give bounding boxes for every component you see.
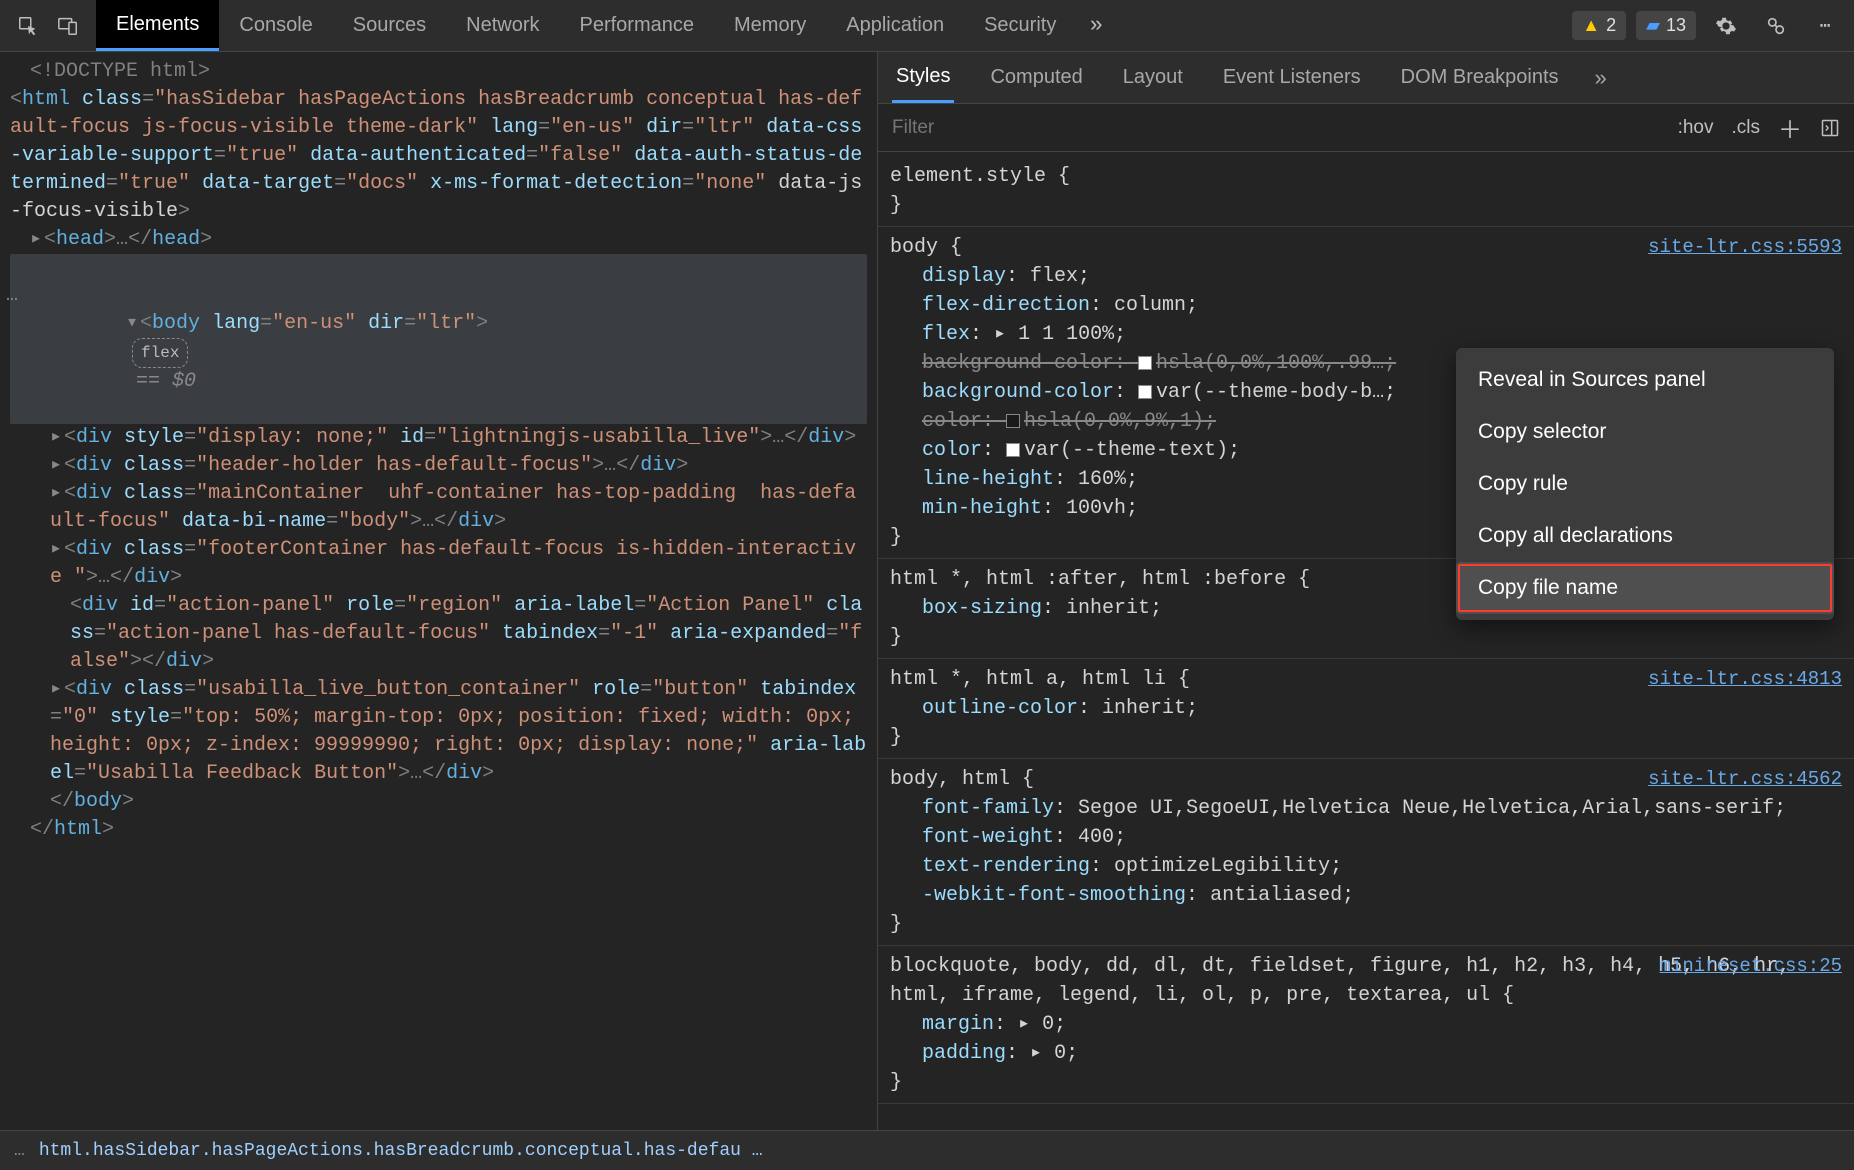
context-menu-item[interactable]: Copy all declarations — [1456, 510, 1834, 562]
dom-child-node[interactable]: ▸<div class="mainContainer uhf-container… — [10, 480, 867, 536]
customize-icon[interactable] — [1756, 6, 1796, 46]
settings-gear-icon[interactable] — [1706, 6, 1746, 46]
styles-tab-event-listeners[interactable]: Event Listeners — [1219, 52, 1365, 103]
doctype-node[interactable]: <!DOCTYPE html> — [10, 58, 867, 86]
styles-sub-tabs: Styles Computed Layout Event Listeners DOM B… — [878, 52, 1854, 104]
dom-child-node[interactable]: ▸<div style="display: none;" id="lightni… — [10, 424, 867, 452]
css-source-link[interactable]: site-ltr.css:4813 — [1648, 665, 1842, 694]
main-tab-performance[interactable]: Performance — [560, 0, 715, 51]
warnings-badge[interactable]: ▲ 2 — [1572, 11, 1626, 40]
main-tab-console[interactable]: Console — [219, 0, 332, 51]
styles-tab-layout[interactable]: Layout — [1119, 52, 1187, 103]
more-tabs-chevron-icon[interactable]: » — [1076, 6, 1116, 46]
styles-tab-computed[interactable]: Computed — [986, 52, 1086, 103]
dom-tree-panel: <!DOCTYPE html> <html class="hasSidebar … — [0, 52, 878, 1130]
new-style-rule-icon[interactable]: ＋ — [1778, 110, 1802, 146]
breadcrumb-bar: … html.hasSidebar.hasPageActions.hasBrea… — [0, 1130, 1854, 1170]
styles-filter-input[interactable] — [892, 117, 1660, 139]
styles-panel: Styles Computed Layout Event Listeners DOM B… — [878, 52, 1854, 1130]
context-menu-item[interactable]: Copy rule — [1456, 458, 1834, 510]
device-toggle-icon[interactable] — [48, 6, 88, 46]
css-rules-list: element.style {}body {site-ltr.css:5593d… — [878, 152, 1854, 1108]
messages-badge[interactable]: ▰ 13 — [1636, 11, 1696, 40]
kebab-menu-icon[interactable]: ⋯ — [1806, 6, 1846, 46]
warning-icon: ▲ — [1582, 15, 1600, 36]
styles-tab-dom-breakpoints[interactable]: DOM Breakpoints — [1397, 52, 1563, 103]
styles-tab-styles[interactable]: Styles — [892, 52, 954, 103]
dom-child-node[interactable]: ▸<div class="usabilla_live_button_contai… — [10, 676, 867, 788]
main-tab-elements[interactable]: Elements — [96, 0, 219, 51]
context-menu-item[interactable]: Copy file name — [1456, 562, 1834, 614]
css-source-link[interactable]: site-ltr.css:5593 — [1648, 233, 1842, 262]
css-rule-block[interactable]: blockquote, body, dd, dl, dt, fieldset, … — [878, 946, 1854, 1104]
flex-badge[interactable]: flex — [132, 338, 188, 368]
main-tab-network[interactable]: Network — [446, 0, 559, 51]
computed-sidebar-toggle-icon[interactable] — [1820, 118, 1840, 138]
css-rule-block[interactable]: body, html {site-ltr.css:4562font-family… — [878, 759, 1854, 946]
styles-more-tabs-chevron-icon[interactable]: » — [1595, 65, 1607, 91]
main-tab-sources[interactable]: Sources — [333, 0, 446, 51]
dom-child-node[interactable]: ▸<div class="footerContainer has-default… — [10, 536, 867, 592]
warnings-count: 2 — [1606, 15, 1616, 36]
body-element-node[interactable]: … ▾<body lang="en-us" dir="ltr"> flex ==… — [10, 254, 867, 424]
cls-toggle[interactable]: .cls — [1732, 117, 1761, 139]
css-rule-block[interactable]: html *, html a, html li {site-ltr.css:48… — [878, 659, 1854, 759]
body-close-tag[interactable]: </body> — [10, 788, 867, 816]
main-tab-application[interactable]: Application — [826, 0, 964, 51]
head-element-node[interactable]: ▸<head>…</head> — [10, 226, 867, 254]
message-icon: ▰ — [1646, 15, 1660, 36]
css-rule-block[interactable]: element.style {} — [878, 156, 1854, 227]
html-close-tag[interactable]: </html> — [10, 816, 867, 844]
dom-child-node[interactable]: <div id="action-panel" role="region" ari… — [10, 592, 867, 676]
breadcrumb-ellipsis[interactable]: … — [14, 1141, 25, 1161]
styles-filter-bar: :hov .cls ＋ — [878, 104, 1854, 152]
context-menu: Reveal in Sources panelCopy selectorCopy… — [1456, 348, 1834, 620]
hov-toggle[interactable]: :hov — [1678, 117, 1714, 139]
inspect-icon[interactable] — [8, 6, 48, 46]
breadcrumb-path[interactable]: html.hasSidebar.hasPageActions.hasBreadc… — [39, 1141, 763, 1161]
main-tab-memory[interactable]: Memory — [714, 0, 826, 51]
messages-count: 13 — [1666, 15, 1686, 36]
css-source-link[interactable]: site-ltr.css:4562 — [1648, 765, 1842, 794]
css-source-link[interactable]: minireset.css:25 — [1660, 952, 1842, 981]
html-element-node[interactable]: <html class="hasSidebar hasPageActions h… — [10, 86, 867, 226]
devtools-top-bar: ElementsConsoleSourcesNetworkPerformance… — [0, 0, 1854, 52]
main-tabs: ElementsConsoleSourcesNetworkPerformance… — [96, 0, 1076, 51]
dom-child-node[interactable]: ▸<div class="header-holder has-default-f… — [10, 452, 867, 480]
selected-indicator: == $0 — [136, 370, 196, 393]
main-tab-security[interactable]: Security — [964, 0, 1076, 51]
context-menu-item[interactable]: Reveal in Sources panel — [1456, 354, 1834, 406]
context-menu-item[interactable]: Copy selector — [1456, 406, 1834, 458]
